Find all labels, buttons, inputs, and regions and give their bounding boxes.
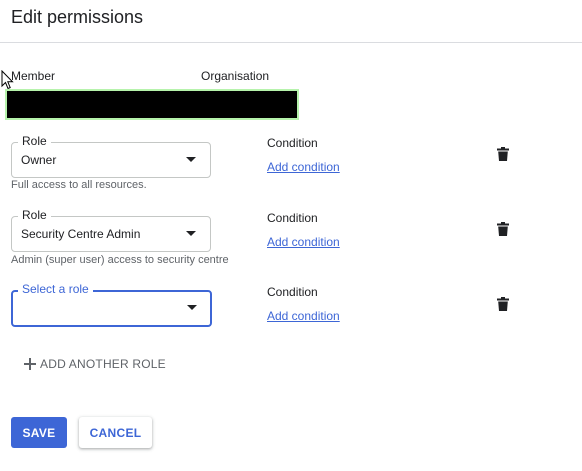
role-helper-text: Admin (super user) access to security ce… [11, 254, 229, 266]
dropdown-arrow-icon [186, 157, 196, 162]
member-field-redacted[interactable] [5, 89, 299, 120]
condition-label: Condition [267, 211, 318, 225]
role-select-label: Role [18, 134, 51, 148]
role-select-2[interactable]: Role Security Centre Admin [11, 208, 211, 252]
save-button[interactable]: SAVE [11, 417, 67, 448]
role-select-label: Role [18, 208, 51, 222]
role-select-label: Select a role [18, 282, 93, 296]
page-title: Edit permissions [11, 7, 144, 27]
header-divider [0, 42, 582, 43]
role-select-value: Owner [21, 153, 57, 167]
dropdown-arrow-icon [187, 305, 197, 310]
condition-label: Condition [267, 136, 318, 150]
add-condition-link[interactable]: Add condition [267, 235, 340, 249]
delete-trash-icon[interactable] [497, 297, 509, 311]
delete-trash-icon[interactable] [497, 147, 509, 161]
edit-permissions-panel: Edit permissions Member Organisation Rol… [0, 0, 582, 471]
add-another-role-label: ADD ANOTHER ROLE [40, 357, 166, 371]
add-condition-link[interactable]: Add condition [267, 160, 340, 174]
role-select-3[interactable]: Select a role [11, 282, 212, 327]
organisation-label: Organisation [201, 69, 270, 83]
delete-trash-icon[interactable] [497, 222, 509, 236]
role-helper-text: Full access to all resources. [11, 179, 147, 191]
member-label: Member [11, 69, 56, 83]
cancel-button[interactable]: CANCEL [79, 417, 152, 448]
add-condition-link[interactable]: Add condition [267, 309, 340, 323]
role-select-value: Security Centre Admin [21, 227, 141, 241]
dropdown-arrow-icon [186, 231, 196, 236]
role-select-1[interactable]: Role Owner [11, 134, 211, 178]
condition-label: Condition [267, 285, 318, 299]
plus-icon [24, 358, 36, 370]
add-another-role-button[interactable]: ADD ANOTHER ROLE [24, 354, 166, 374]
